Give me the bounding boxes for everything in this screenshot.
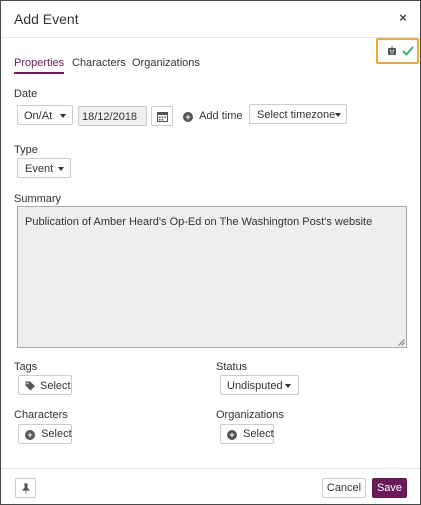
add-time-label: Add time	[199, 110, 243, 122]
summary-label: Summary	[14, 193, 62, 205]
check-icon	[402, 46, 414, 56]
calendar-button[interactable]	[151, 106, 173, 126]
status-label: Status	[216, 361, 248, 373]
chevron-down-icon	[335, 113, 341, 117]
characters-select-label: Select	[41, 428, 72, 440]
tags-select-label: Select	[40, 380, 71, 392]
pin-icon	[22, 483, 30, 494]
add-time-button[interactable]: + Add time	[183, 110, 242, 122]
type-value: Event	[25, 163, 54, 175]
close-icon[interactable]: ×	[397, 11, 409, 24]
characters-label: Characters	[14, 409, 68, 421]
tab-characters[interactable]: Characters	[72, 57, 126, 69]
chevron-down-icon	[285, 384, 291, 388]
tag-icon	[25, 381, 35, 391]
robot-icon	[388, 46, 396, 55]
pin-button[interactable]	[15, 478, 36, 498]
organizations-select-button[interactable]: + Select	[220, 424, 274, 444]
date-value: 18/12/2018	[82, 111, 138, 123]
chevron-down-icon	[58, 167, 64, 171]
dialog-footer: Cancel Save	[1, 468, 420, 504]
status-dropdown[interactable]: Undisputed	[220, 375, 299, 395]
dialog-title: Add Event	[14, 11, 79, 27]
plus-circle-icon: +	[25, 430, 35, 440]
dialog-header: Add Event ×	[1, 1, 420, 38]
resize-handle-icon[interactable]	[398, 339, 405, 346]
date-qualifier-dropdown[interactable]: On/At	[17, 105, 73, 125]
save-button[interactable]: Save	[372, 478, 407, 498]
cancel-button[interactable]: Cancel	[322, 478, 366, 498]
plus-circle-icon: +	[183, 112, 193, 122]
date-input[interactable]: 18/12/2018	[78, 106, 147, 126]
tab-organizations[interactable]: Organizations	[132, 57, 200, 69]
characters-select-button[interactable]: + Select	[18, 424, 72, 444]
characters-add-control: + Select	[25, 428, 72, 440]
date-label: Date	[14, 88, 38, 100]
summary-text: Publication of Amber Heard's Op-Ed on Th…	[25, 216, 373, 228]
timezone-placeholder: Select timezone	[257, 109, 336, 121]
ai-suggestion-indicator[interactable]	[376, 38, 419, 64]
type-label: Type	[14, 144, 38, 156]
add-event-dialog: Add Event × Properties Characters Organi…	[0, 0, 421, 505]
organizations-label: Organizations	[216, 409, 284, 421]
type-dropdown[interactable]: Event	[17, 158, 71, 178]
timezone-dropdown[interactable]: Select timezone	[249, 104, 347, 124]
date-qualifier-value: On/At	[24, 110, 53, 122]
tab-properties[interactable]: Properties	[14, 57, 65, 74]
tags-select-button[interactable]: Select	[18, 375, 72, 395]
organizations-add-control: + Select	[227, 428, 274, 440]
chevron-down-icon	[60, 114, 66, 118]
organizations-select-label: Select	[243, 428, 274, 440]
summary-textarea[interactable]: Publication of Amber Heard's Op-Ed on Th…	[17, 206, 407, 348]
tags-label: Tags	[14, 361, 38, 373]
calendar-icon	[157, 112, 168, 122]
status-value: Undisputed	[227, 380, 283, 392]
plus-circle-icon: +	[227, 430, 237, 440]
